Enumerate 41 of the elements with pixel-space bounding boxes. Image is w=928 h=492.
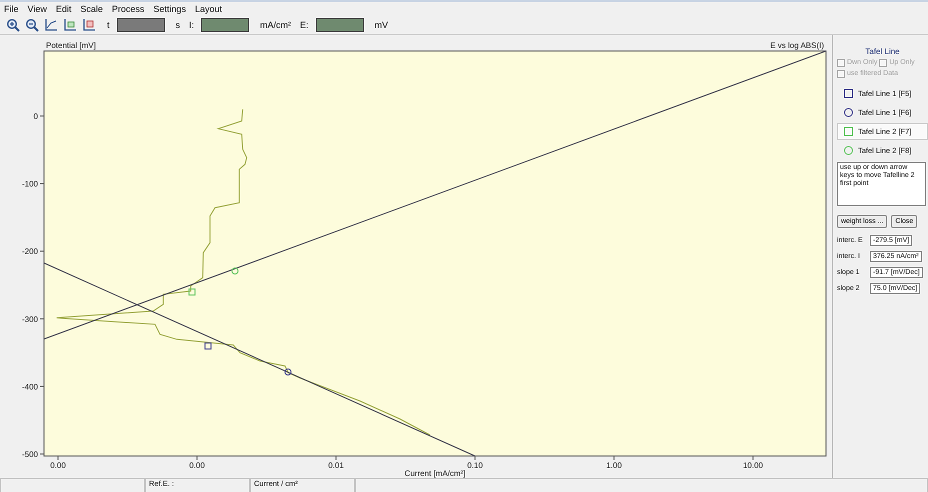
unit-label: mV — [374, 20, 388, 30]
square-marker[interactable] — [204, 342, 212, 350]
zoom-in-icon[interactable] — [6, 18, 20, 32]
x-tick-label: 0.10 — [467, 460, 483, 470]
x-tick-label: 0.00 — [189, 460, 205, 470]
y-tick-label: -500 — [22, 450, 38, 459]
axis-title: Current [mA/cm²] — [404, 468, 466, 478]
y-tick-label: -200 — [22, 247, 38, 256]
unit-label: s — [176, 20, 180, 30]
y-tick-label: -100 — [22, 180, 38, 189]
menu-item[interactable]: Edit — [56, 4, 72, 14]
x-tick-label: 0.01 — [328, 460, 344, 470]
menu-item[interactable]: Scale — [80, 4, 103, 14]
menu-item[interactable]: View — [28, 4, 47, 14]
circle-marker[interactable] — [232, 267, 238, 274]
menu-item[interactable]: Settings — [153, 4, 186, 14]
field-label: t — [107, 20, 110, 30]
menu-item[interactable]: Layout — [194, 4, 222, 14]
x-tick-label: 0.00 — [50, 460, 66, 470]
axis-title: Potential [mV] — [46, 40, 96, 50]
circle-marker[interactable] — [284, 368, 292, 376]
menu-item[interactable]: File — [4, 4, 19, 14]
square-marker[interactable] — [188, 288, 196, 296]
field-label: E: — [300, 20, 309, 30]
menu-item[interactable]: Process — [112, 4, 144, 14]
axis-icon[interactable] — [82, 18, 96, 32]
y-tick-label: -300 — [22, 314, 38, 324]
field-label: I: — [189, 20, 194, 30]
readout-field — [316, 18, 364, 32]
panel-title: Tafel Line — [864, 46, 901, 56]
axis-icon[interactable] — [63, 18, 77, 32]
x-tick-label: 1.00 — [606, 460, 622, 470]
x-tick-label: 10.00 — [742, 460, 764, 470]
chart-title: E vs log ABS(I) — [770, 40, 824, 50]
y-tick-label: -400 — [22, 382, 38, 392]
readout-field — [116, 18, 165, 32]
y-tick-label: 0 — [34, 112, 38, 121]
readout-field — [201, 18, 250, 32]
unit-label: mA/cm² — [260, 20, 292, 30]
zoom-out-icon[interactable] — [25, 18, 39, 32]
axis-icon[interactable] — [44, 18, 58, 32]
